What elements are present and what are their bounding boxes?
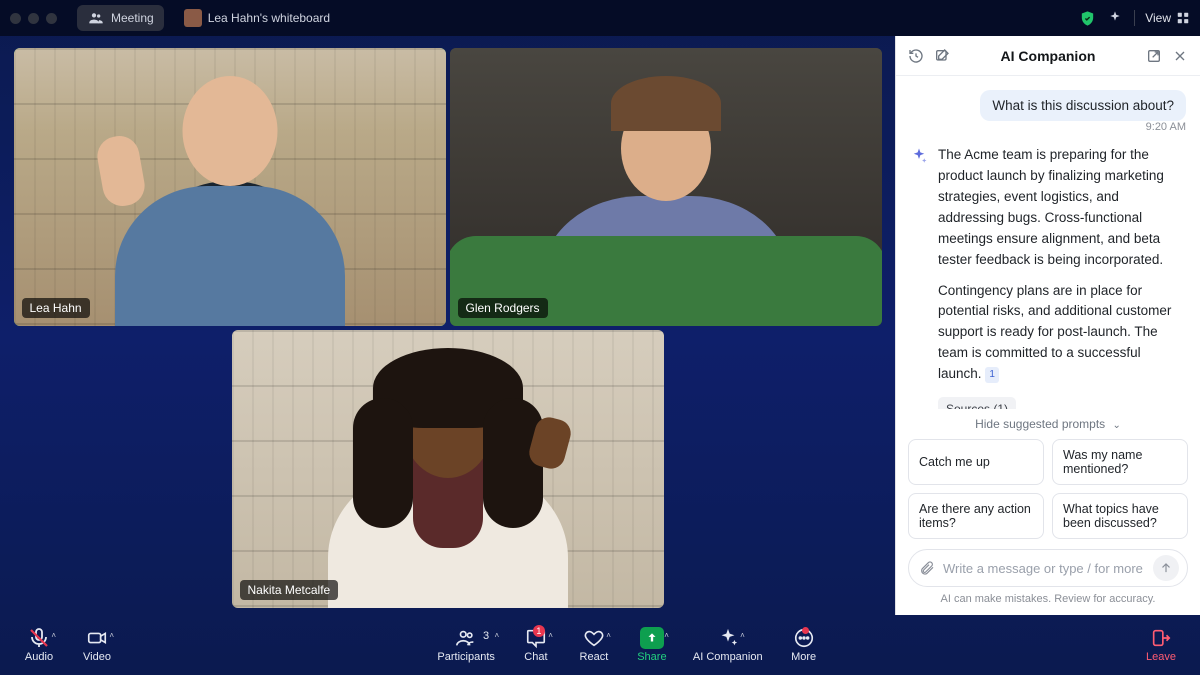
leave-icon: [1148, 627, 1174, 649]
suggested-prompt[interactable]: What topics have been discussed?: [1052, 493, 1188, 539]
avatar: [184, 9, 202, 27]
meeting-controls: ˄ Audio ˄ Video 3 ˄ Participants: [0, 615, 1200, 675]
chat-button[interactable]: 1 ˄ Chat: [511, 623, 561, 667]
chevron-up-icon: ˄: [494, 631, 499, 640]
user-message: What is this discussion about?: [980, 90, 1186, 121]
more-button[interactable]: More: [779, 623, 829, 667]
chevron-up-icon: ˄: [664, 631, 669, 640]
chevron-down-icon: ⌄: [1113, 420, 1121, 431]
close-icon[interactable]: [1172, 48, 1188, 64]
control-label: Audio: [25, 651, 53, 663]
chat-badge: 1: [533, 625, 545, 637]
control-label: React: [580, 651, 609, 663]
divider: [1134, 10, 1135, 26]
composer: [908, 549, 1188, 587]
control-label: More: [791, 651, 816, 663]
chat-icon: 1 ˄: [523, 627, 549, 649]
video-grid: Lea Hahn Glen Rodgers: [0, 36, 895, 615]
control-label: Chat: [524, 651, 547, 663]
react-button[interactable]: ˄ React: [569, 623, 619, 667]
popout-icon[interactable]: [1146, 48, 1162, 64]
share-button[interactable]: ˄ Share: [627, 623, 677, 667]
view-label: View: [1145, 11, 1171, 25]
control-label: Participants: [437, 651, 494, 663]
meeting-tab-label: Meeting: [111, 11, 154, 25]
suggested-prompt[interactable]: Catch me up: [908, 439, 1044, 485]
ai-reply: The Acme team is preparing for the produ…: [938, 145, 1186, 409]
sparkle-icon[interactable]: [1106, 9, 1124, 27]
shield-icon[interactable]: [1078, 9, 1096, 27]
sources-chip[interactable]: Sources (1): [938, 397, 1016, 409]
minimize-dot[interactable]: [28, 13, 39, 24]
suggested-prompt[interactable]: Are there any action items?: [908, 493, 1044, 539]
attachment-icon[interactable]: [919, 560, 935, 576]
participants-icon: 3 ˄: [453, 627, 479, 649]
compose-icon[interactable]: [934, 48, 950, 64]
control-label: Leave: [1146, 651, 1176, 663]
ai-companion-button[interactable]: ˄ AI Companion: [685, 623, 771, 667]
participant-name: Glen Rodgers: [458, 298, 548, 318]
more-icon: [791, 627, 817, 649]
video-tile[interactable]: Glen Rodgers: [450, 48, 882, 326]
leave-button[interactable]: Leave: [1136, 623, 1186, 667]
titlebar: Meeting Lea Hahn's whiteboard View: [0, 0, 1200, 36]
close-dot[interactable]: [10, 13, 21, 24]
participant-name: Lea Hahn: [22, 298, 90, 318]
control-label: Video: [83, 651, 111, 663]
sparkle-icon: ˄: [715, 627, 741, 649]
grid-icon: [1176, 11, 1190, 25]
view-button[interactable]: View: [1145, 11, 1190, 25]
audio-button[interactable]: ˄ Audio: [14, 623, 64, 667]
chevron-up-icon: ˄: [740, 631, 745, 640]
ai-reply-paragraph: The Acme team is preparing for the produ…: [938, 145, 1186, 271]
citation-badge[interactable]: 1: [985, 367, 999, 383]
meeting-tab[interactable]: Meeting: [77, 5, 164, 31]
ai-companion-panel: AI Companion What is this discussion abo…: [895, 36, 1200, 615]
participants-button[interactable]: 3 ˄ Participants: [429, 623, 502, 667]
control-label: Share: [637, 651, 666, 663]
share-icon: [640, 627, 664, 649]
control-label: AI Companion: [693, 651, 763, 663]
video-tile[interactable]: Nakita Metcalfe: [232, 330, 664, 608]
video-button[interactable]: ˄ Video: [72, 623, 122, 667]
composer-input[interactable]: [943, 561, 1145, 576]
microphone-muted-icon: ˄: [26, 627, 52, 649]
sparkle-icon: [910, 147, 928, 165]
ai-reply-paragraph: Contingency plans are in place for poten…: [938, 281, 1186, 386]
disclaimer: AI can make mistakes. Review for accurac…: [908, 593, 1188, 605]
chevron-up-icon: ˄: [109, 631, 114, 640]
send-button[interactable]: [1153, 555, 1179, 581]
maximize-dot[interactable]: [46, 13, 57, 24]
participant-name: Nakita Metcalfe: [240, 580, 339, 600]
heart-icon: ˄: [581, 627, 607, 649]
timestamp: 9:20 AM: [910, 121, 1186, 133]
participants-count: 3: [483, 630, 489, 642]
whiteboard-tab[interactable]: Lea Hahn's whiteboard: [174, 5, 340, 31]
chevron-up-icon: ˄: [548, 631, 553, 640]
window-controls: [10, 13, 57, 24]
chevron-up-icon: ˄: [51, 631, 56, 640]
chevron-up-icon: ˄: [606, 631, 611, 640]
history-icon[interactable]: [908, 48, 924, 64]
suggested-prompt[interactable]: Was my name mentioned?: [1052, 439, 1188, 485]
panel-title: AI Companion: [960, 48, 1136, 64]
hide-prompts-toggle[interactable]: Hide suggested prompts ⌄: [908, 417, 1188, 431]
participants-icon: [87, 9, 105, 27]
video-tile[interactable]: Lea Hahn: [14, 48, 446, 326]
notification-dot: [802, 627, 809, 634]
video-icon: ˄: [84, 627, 110, 649]
whiteboard-tab-label: Lea Hahn's whiteboard: [208, 11, 330, 25]
